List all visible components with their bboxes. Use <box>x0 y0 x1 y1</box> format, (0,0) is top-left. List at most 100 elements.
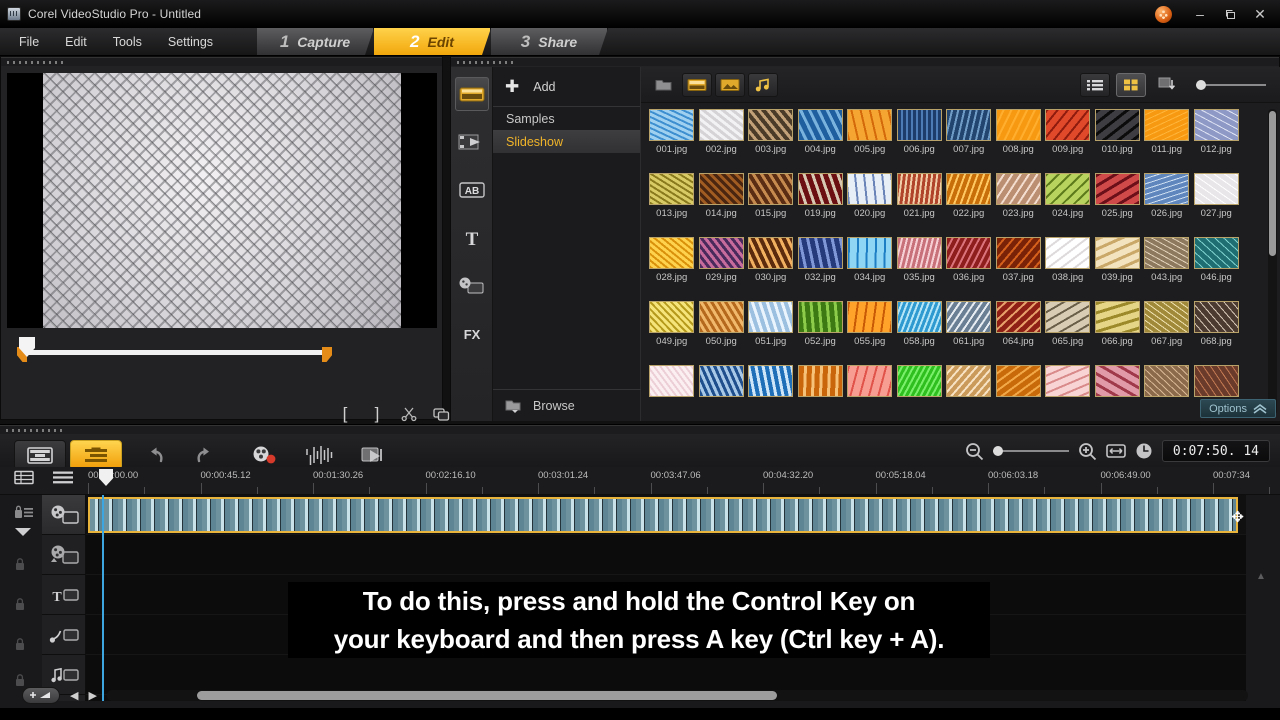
folder-icon[interactable] <box>649 73 679 97</box>
thumbnail-size-slider[interactable] <box>1196 78 1266 92</box>
library-thumbnail-image[interactable] <box>797 109 843 141</box>
track-header-video[interactable] <box>42 495 85 535</box>
library-thumbnail-image[interactable] <box>995 173 1041 205</box>
library-thumbnail-item[interactable]: 006.jpg <box>895 109 945 173</box>
track-manager-icon[interactable] <box>14 470 34 485</box>
library-thumbnail-image[interactable] <box>847 237 893 269</box>
library-thumbnail-image[interactable] <box>698 301 744 333</box>
track-header-overlay[interactable] <box>42 535 85 575</box>
library-thumbnail-image[interactable] <box>946 237 992 269</box>
track-lock-overlay[interactable] <box>14 557 34 573</box>
library-panel-grip[interactable] <box>451 57 1279 66</box>
close-button[interactable]: ✕ <box>1246 3 1274 25</box>
library-thumbnail-item[interactable]: 066.jpg <box>1093 301 1143 365</box>
library-thumbnail-image[interactable] <box>649 173 695 205</box>
library-thumbnail-image[interactable] <box>698 365 744 397</box>
library-thumbnail-image[interactable] <box>698 237 744 269</box>
library-thumbnail-item[interactable]: 065.jpg <box>1043 301 1093 365</box>
text-t-icon[interactable]: T <box>455 221 489 255</box>
timeline-view-button[interactable] <box>70 440 122 470</box>
library-thumbnail-item[interactable]: 011.jpg <box>1142 109 1192 173</box>
library-thumbnail-item[interactable] <box>647 365 697 421</box>
library-thumbnail-image[interactable] <box>649 109 695 141</box>
library-thumbnail-item[interactable]: 036.jpg <box>944 237 994 301</box>
library-thumbnail-item[interactable]: 050.jpg <box>697 301 747 365</box>
fit-project-icon[interactable] <box>1106 443 1126 459</box>
library-thumbnail-image[interactable] <box>896 109 942 141</box>
track-expand-arrow[interactable] <box>14 527 34 543</box>
library-thumbnail-image[interactable] <box>995 365 1041 397</box>
library-thumbnail-image[interactable] <box>797 237 843 269</box>
library-thumbnail-item[interactable]: 046.jpg <box>1192 237 1242 301</box>
storyboard-view-button[interactable] <box>14 440 66 470</box>
library-thumbnail-image[interactable] <box>748 365 794 397</box>
library-thumbnail-item[interactable]: 037.jpg <box>994 237 1044 301</box>
library-thumbnail-image[interactable] <box>1045 237 1091 269</box>
tab-share[interactable]: 3 Share <box>491 28 608 55</box>
duplicate-icon[interactable] <box>431 403 451 425</box>
library-folder-samples[interactable]: Samples <box>493 107 640 130</box>
library-thumbnail-item[interactable]: 021.jpg <box>895 173 945 237</box>
library-thumbnail-item[interactable]: 010.jpg <box>1093 109 1143 173</box>
title-ab-icon[interactable]: AB <box>455 173 489 207</box>
thumb-size-knob[interactable] <box>1196 79 1206 90</box>
library-thumbnail-item[interactable] <box>746 365 796 421</box>
timeline-playhead[interactable] <box>102 495 104 701</box>
scrubber-track[interactable] <box>19 350 325 355</box>
record-capture-icon[interactable] <box>246 440 282 470</box>
add-track-button[interactable] <box>22 686 60 704</box>
scroll-right-button[interactable]: ▶ <box>88 689 96 702</box>
library-thumbnail-item[interactable] <box>796 365 846 421</box>
preview-screen[interactable] <box>7 73 437 328</box>
mark-in-button[interactable]: [ <box>335 403 355 425</box>
mark-out-button[interactable]: ] <box>367 403 387 425</box>
library-thumbnail-item[interactable]: 064.jpg <box>994 301 1044 365</box>
library-thumbnail-image[interactable] <box>698 173 744 205</box>
library-thumbnail-item[interactable]: 035.jpg <box>895 237 945 301</box>
library-thumbnail-item[interactable]: 061.jpg <box>944 301 994 365</box>
library-thumbnail-item[interactable]: 019.jpg <box>796 173 846 237</box>
library-thumbnail-image[interactable] <box>797 301 843 333</box>
library-thumbnail-image[interactable] <box>1094 237 1140 269</box>
library-thumbnail-image[interactable] <box>946 109 992 141</box>
library-thumbnail-image[interactable] <box>1193 109 1239 141</box>
timeline-menu-icon[interactable] <box>52 470 74 485</box>
library-thumbnail-item[interactable] <box>895 365 945 421</box>
minimize-button[interactable]: – <box>1186 3 1214 25</box>
tab-capture[interactable]: 1 Capture <box>257 28 374 55</box>
zoom-out-icon[interactable] <box>965 442 984 461</box>
library-thumbnail-item[interactable]: 049.jpg <box>647 301 697 365</box>
track-header-title[interactable]: T <box>42 575 85 615</box>
library-thumbnail-image[interactable] <box>797 365 843 397</box>
library-thumbnail-item[interactable] <box>944 365 994 421</box>
maximize-button[interactable] <box>1216 3 1244 25</box>
library-thumbnail-image[interactable] <box>748 301 794 333</box>
library-thumbnail-item[interactable]: 004.jpg <box>796 109 846 173</box>
redo-button[interactable] <box>186 440 222 470</box>
library-thumbnail-image[interactable] <box>1045 173 1091 205</box>
library-folder-slideshow[interactable]: Slideshow <box>493 130 640 153</box>
library-thumbnail-item[interactable]: 001.jpg <box>647 109 697 173</box>
library-thumbnail-image[interactable] <box>847 173 893 205</box>
library-thumbnail-item[interactable]: 020.jpg <box>845 173 895 237</box>
zoom-slider-knob[interactable] <box>992 446 1003 456</box>
batch-convert-icon[interactable] <box>356 440 392 470</box>
track-lane-video[interactable]: ✥ <box>86 495 1246 535</box>
browse-button[interactable]: Browse <box>493 389 641 421</box>
library-thumbnail-image[interactable] <box>847 301 893 333</box>
library-thumbnail-item[interactable] <box>1043 365 1093 421</box>
library-thumbnail-image[interactable] <box>995 237 1041 269</box>
library-thumbnail-image[interactable] <box>1045 365 1091 397</box>
help-orb-icon[interactable] <box>1155 5 1172 23</box>
library-thumbnail-item[interactable]: 027.jpg <box>1192 173 1242 237</box>
undo-button[interactable] <box>138 440 174 470</box>
transition-icon[interactable] <box>455 125 489 159</box>
video-clip[interactable]: ✥ <box>88 497 1244 533</box>
library-thumbnail-item[interactable] <box>1093 365 1143 421</box>
library-thumbnail-item[interactable]: 055.jpg <box>845 301 895 365</box>
library-thumbnail-item[interactable] <box>994 365 1044 421</box>
library-thumbnail-image[interactable] <box>1193 237 1239 269</box>
timeline-zoom-slider[interactable] <box>992 444 1069 458</box>
list-view-icon[interactable] <box>1080 72 1110 97</box>
audio-mixer-icon[interactable] <box>302 440 338 470</box>
